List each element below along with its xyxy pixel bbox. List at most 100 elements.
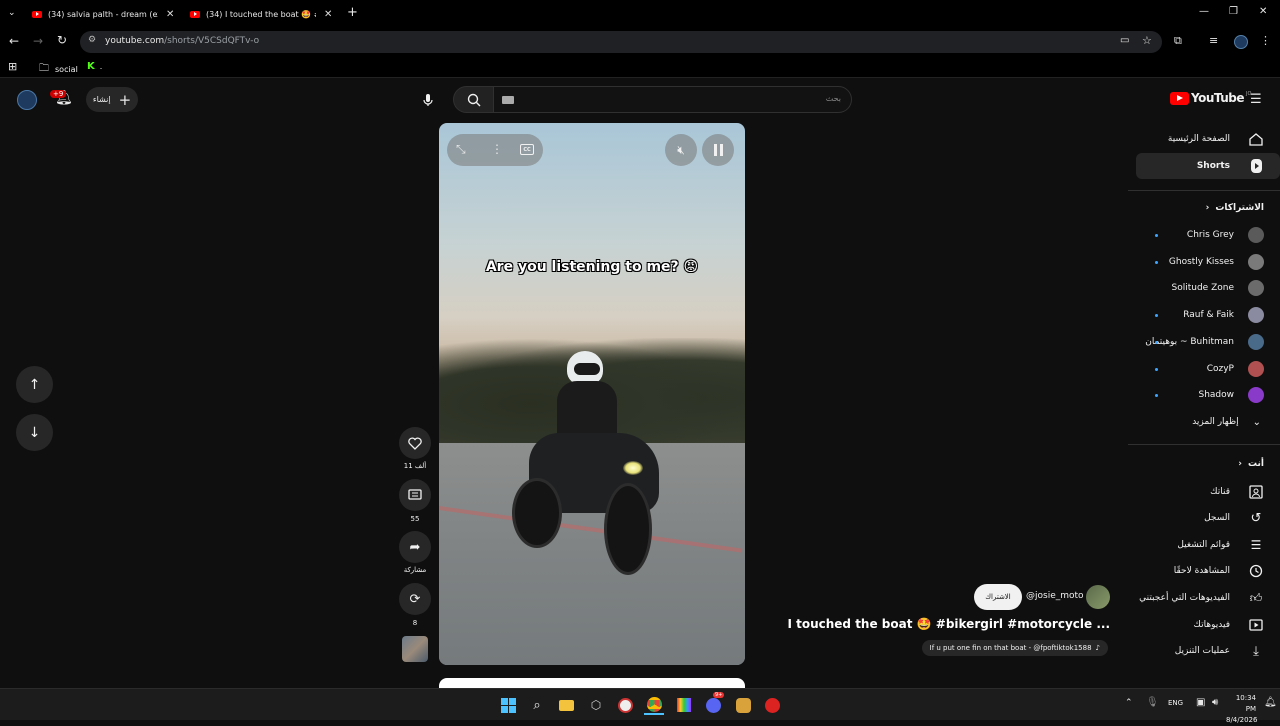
- sidebar-show-more[interactable]: إظهار المزيد ⌄: [1136, 409, 1280, 435]
- subscribe-button[interactable]: الاشتراك: [974, 584, 1022, 610]
- subscriptions-title: الاشتراكات: [1215, 203, 1264, 213]
- next-short-preview[interactable]: [439, 678, 745, 688]
- keyboard-icon[interactable]: [502, 96, 514, 104]
- browser-menu-icon[interactable]: ⋮: [1260, 34, 1271, 47]
- new-tab-button[interactable]: +: [347, 5, 358, 20]
- mute-button[interactable]: 🔇︎: [665, 134, 697, 166]
- search-button[interactable]: [453, 86, 494, 113]
- sidebar-item-chris-grey[interactable]: Chris Grey: [1136, 222, 1280, 248]
- minimize-icon[interactable]: —: [1199, 6, 1209, 17]
- discord-icon[interactable]: 9+: [703, 692, 725, 715]
- sound-thumbnail[interactable]: [402, 636, 428, 662]
- pause-button[interactable]: [702, 134, 734, 166]
- close-tab-icon[interactable]: ✕: [166, 9, 174, 20]
- channel-avatar[interactable]: [1086, 585, 1110, 609]
- language-indicator[interactable]: ENG: [1168, 699, 1183, 707]
- sidebar-item-your-videos[interactable]: فيديوهاتك: [1136, 612, 1280, 638]
- back-icon[interactable]: ←: [9, 34, 19, 48]
- remix-button[interactable]: ⟳: [399, 583, 431, 615]
- microphone-icon: [423, 93, 433, 106]
- clock[interactable]: 10:34 PM 8/4/2026: [1226, 693, 1257, 726]
- sidebar-item-liked-videos[interactable]: الفيديوهات التي أعجبتني 👍︎: [1136, 585, 1280, 611]
- close-tab-icon[interactable]: ✕: [324, 9, 332, 20]
- account-avatar[interactable]: [17, 90, 37, 110]
- voice-search-button[interactable]: [414, 86, 442, 113]
- taskbar-search-icon[interactable]: ⌕: [527, 695, 547, 715]
- music-chip[interactable]: If u put one fin on that boat - @fpoftik…: [921, 640, 1108, 656]
- more-options-icon[interactable]: ⋮: [491, 142, 503, 156]
- bookmark-star-icon[interactable]: ☆: [1142, 34, 1152, 47]
- sidebar-item-cozyp[interactable]: CozyP: [1136, 356, 1280, 382]
- microphone-tray-icon[interactable]: 🎙︎: [1146, 697, 1159, 708]
- sidebar-item-ghostly-kisses[interactable]: Ghostly Kisses: [1136, 249, 1280, 275]
- sidebar-item-shadow[interactable]: Shadow: [1136, 382, 1280, 408]
- extensions-icon[interactable]: ⧉: [1174, 34, 1182, 48]
- app-color-bars-icon[interactable]: [674, 695, 694, 715]
- pause-icon: [713, 144, 723, 156]
- app-avatar-icon[interactable]: [733, 695, 753, 715]
- sidebar-item-downloads[interactable]: عمليات التنزيل ⤓: [1136, 638, 1280, 664]
- subscriptions-header[interactable]: › الاشتراكات: [1206, 203, 1264, 213]
- next-short-button[interactable]: ↓: [16, 414, 53, 451]
- close-window-icon[interactable]: ✕: [1259, 6, 1267, 17]
- show-hidden-icons-chevron[interactable]: ⌃: [1125, 698, 1133, 708]
- restore-icon[interactable]: ❐: [1229, 6, 1238, 17]
- profile-avatar[interactable]: [1234, 35, 1248, 49]
- guide-menu-icon[interactable]: ☰: [1250, 92, 1262, 107]
- app-circle-icon[interactable]: [615, 695, 635, 715]
- app-hexagon-icon[interactable]: ⬡: [586, 695, 606, 715]
- bookmark-dot[interactable]: K .: [87, 61, 102, 72]
- share-button[interactable]: ➦: [399, 531, 431, 563]
- fullscreen-icon[interactable]: ⤡: [456, 142, 466, 157]
- start-button[interactable]: [498, 695, 518, 715]
- sidebar-item-buhitman[interactable]: بوهيتمان ~ Buhitman: [1136, 329, 1280, 355]
- sidebar-item-watch-later[interactable]: المشاهدة لاحقًا: [1136, 558, 1280, 584]
- reload-icon[interactable]: ↻: [57, 33, 67, 47]
- youtube-logo[interactable]: YouTube JO: [1170, 91, 1251, 105]
- headlight: [623, 461, 643, 475]
- comments-button[interactable]: [399, 479, 431, 511]
- short-video-player[interactable]: Are you listening to me? 😡 ⤡ ⋮ CC 🔇︎: [439, 123, 745, 665]
- media-controls-icon[interactable]: ≡: [1209, 34, 1218, 47]
- sidebar-item-playlists[interactable]: قوائم التشغيل ☰: [1136, 532, 1280, 558]
- forward-icon[interactable]: →: [33, 34, 43, 48]
- like-button[interactable]: [399, 427, 431, 459]
- sidebar-item-label: الفيديوهات التي أعجبتني: [1139, 593, 1230, 603]
- notification-center-icon[interactable]: 🔔︎: [1264, 697, 1277, 708]
- bookmarks-bar: ⊞ 🗀 social K .: [0, 56, 1280, 78]
- chrome-icon[interactable]: [644, 695, 664, 715]
- you-header[interactable]: › أنت: [1238, 459, 1264, 469]
- bookmark-social[interactable]: 🗀 social: [39, 61, 78, 78]
- short-title[interactable]: I touched the boat 🤩 #bikergirl #motorcy…: [787, 617, 1110, 631]
- sidebar-item-label: قناتك: [1210, 487, 1230, 497]
- browser-toolbar: ← → ↻ ⚙ youtube.com/shorts/V5CSdQFTv-o ▭…: [0, 28, 1280, 56]
- network-icon[interactable]: ▣: [1196, 697, 1205, 708]
- tab-salvia[interactable]: (34) salvia palth - dream (exten ✕: [32, 4, 182, 24]
- tab-touched-boat[interactable]: (34) I touched the boat 🤩 #bik ✕: [190, 4, 340, 24]
- file-explorer-icon[interactable]: [556, 695, 576, 715]
- channel-handle[interactable]: @josie_moto: [1026, 591, 1084, 601]
- site-info-icon[interactable]: ⚙: [88, 35, 96, 45]
- app-red-icon[interactable]: [762, 695, 782, 715]
- apps-grid-icon[interactable]: ⊞: [8, 60, 17, 73]
- captions-icon[interactable]: CC: [520, 144, 534, 155]
- volume-icon[interactable]: 🔊︎: [1212, 697, 1218, 708]
- search-input[interactable]: بحث: [493, 86, 852, 113]
- sidebar-item-solitude-zone[interactable]: Solitude Zone: [1136, 275, 1280, 301]
- address-bar[interactable]: ⚙ youtube.com/shorts/V5CSdQFTv-o ▭ ☆: [80, 31, 1162, 53]
- tab-search-icon[interactable]: ⌄: [8, 8, 16, 18]
- sidebar-item-label: Shorts: [1196, 161, 1230, 171]
- sidebar-item-home[interactable]: الصفحة الرئيسية: [1136, 126, 1280, 152]
- cast-icon[interactable]: ▭: [1120, 35, 1129, 46]
- sidebar-item-shorts[interactable]: Shorts: [1136, 153, 1280, 179]
- sidebar-item-label: السجل: [1204, 513, 1230, 523]
- create-button[interactable]: إنشاء +: [86, 87, 138, 112]
- previous-short-button[interactable]: ↑: [16, 366, 53, 403]
- avatar: [1248, 254, 1264, 270]
- discord-badge: 9+: [713, 692, 725, 698]
- sidebar-item-label: Shadow: [1198, 390, 1234, 400]
- avatar: [1248, 227, 1264, 243]
- sidebar-item-rauf-faik[interactable]: Rauf & Faik: [1136, 302, 1280, 328]
- sidebar-item-history[interactable]: السجل ↺: [1136, 505, 1280, 531]
- sidebar-item-your-channel[interactable]: قناتك: [1136, 479, 1280, 505]
